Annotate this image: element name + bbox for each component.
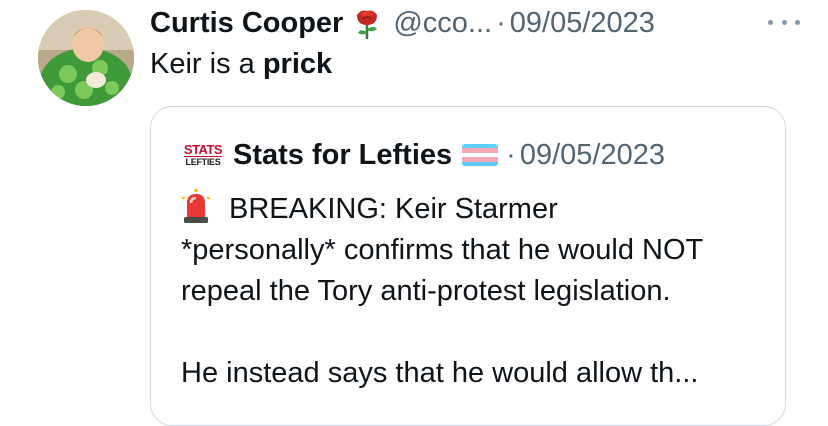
- police-siren-icon: [181, 189, 211, 223]
- quoted-author-avatar[interactable]: STATS LEFTIES: [181, 137, 225, 173]
- quoted-tweet-header: STATS LEFTIES Stats for Lefties · 09/05/…: [181, 135, 665, 175]
- quoted-tweet-date[interactable]: 09/05/2023: [520, 139, 665, 172]
- logo-text-line1: STATS: [183, 142, 223, 157]
- transgender-flag-icon: [462, 144, 499, 166]
- tweet-date[interactable]: 09/05/2023: [510, 7, 655, 40]
- quoted-text-line-1: BREAKING: Keir Starmer: [229, 193, 558, 225]
- avatar[interactable]: [38, 10, 134, 106]
- tweet-header: Curtis Cooper @cco... · 09/05/2023: [150, 5, 655, 41]
- tweet-text-bold: prick: [262, 48, 333, 80]
- logo-text-line2: LEFTIES: [185, 157, 221, 167]
- more-options-icon[interactable]: [768, 14, 800, 30]
- more-dot: [795, 19, 800, 25]
- quoted-text-line-5: He instead says that he would allow th..…: [181, 357, 699, 389]
- more-dot: [781, 19, 787, 25]
- quoted-header-separator: ·: [506, 138, 516, 171]
- quoted-text-line-2: *personally* confirms that he would NOT: [181, 234, 704, 266]
- quoted-text-line-4: [181, 312, 781, 353]
- rose-icon: [357, 10, 378, 39]
- quoted-text-line-3: repeal the Tory anti-protest legislation…: [181, 275, 671, 307]
- quoted-text-line: BREAKING: Keir Starmer: [181, 189, 781, 230]
- avatar-image: [38, 10, 134, 106]
- tweet-text-prefix: Keir is a: [150, 48, 263, 80]
- quoted-tweet[interactable]: STATS LEFTIES Stats for Lefties · 09/05/…: [150, 106, 786, 426]
- quoted-author-name[interactable]: Stats for Lefties: [233, 139, 452, 172]
- author-handle[interactable]: @cco...: [393, 7, 492, 40]
- header-separator: ·: [496, 6, 506, 39]
- author-display-name[interactable]: Curtis Cooper: [150, 7, 343, 40]
- quoted-tweet-text: BREAKING: Keir Starmer *personally* conf…: [181, 189, 781, 394]
- more-dot: [768, 19, 773, 25]
- tweet-text: Keir is a prick: [150, 48, 332, 81]
